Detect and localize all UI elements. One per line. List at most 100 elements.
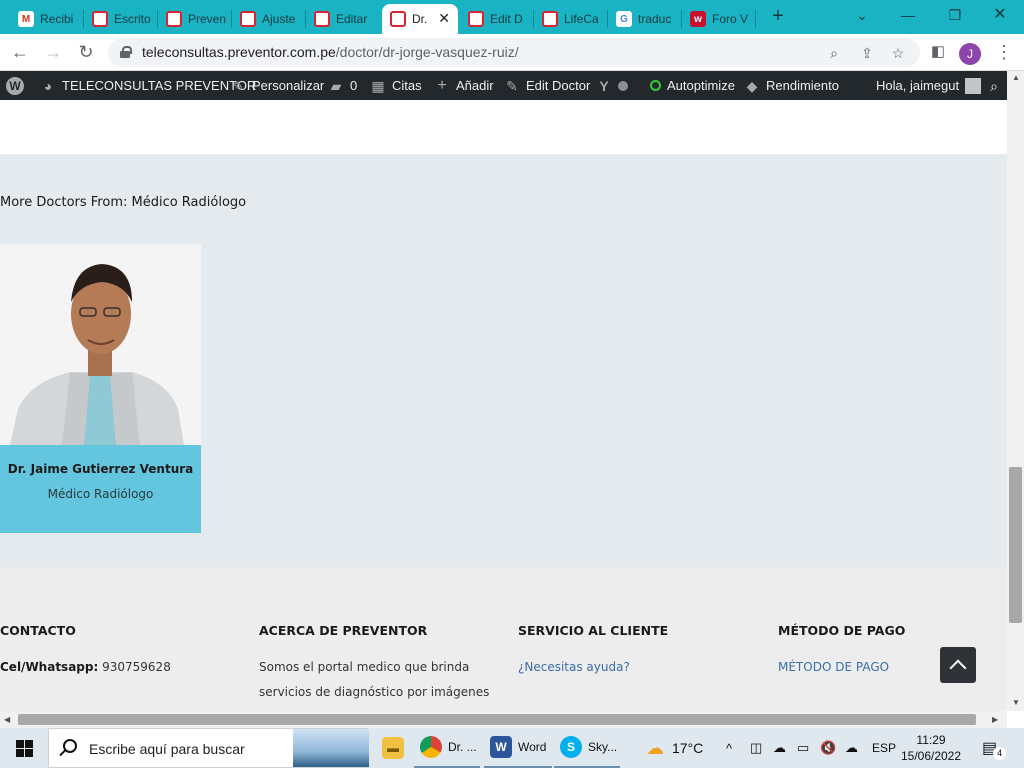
browser-tab-strip: M Recibi Escrito Preven Ajuste Editar Dr… (0, 0, 1024, 34)
menu-kebab-icon[interactable]: ⋮ (992, 41, 1016, 65)
language-indicator[interactable]: ESP (872, 728, 896, 768)
horizontal-scrollbar[interactable]: ◀ ▶ (0, 711, 1007, 728)
scroll-to-top-button[interactable] (940, 647, 976, 683)
scroll-down-arrow-icon[interactable]: ▼ (1012, 698, 1020, 707)
taskbar-file-explorer[interactable]: ▬ (376, 728, 410, 768)
page-content: More Doctors From: Médico Radiólogo Dr. … (0, 100, 1007, 711)
taskbar-skype[interactable]: S Sky... (554, 728, 620, 768)
pencil-icon: ✎ (506, 77, 518, 94)
add-new-link[interactable]: + Añadir (434, 71, 493, 100)
tab-label: Dr. (412, 12, 428, 26)
tab-label: LifeCa (564, 12, 599, 26)
back-arrow-icon[interactable]: ← (8, 41, 32, 65)
url-text[interactable]: teleconsultas.preventor.com.pe/doctor/dr… (142, 44, 519, 60)
taskbar-search-input[interactable]: Escribe aquí para buscar (48, 728, 369, 768)
show-hidden-icons-chevron[interactable]: ^ (726, 728, 732, 768)
tab-label: Recibi (40, 12, 74, 26)
onedrive-cloud-icon[interactable]: ☁ (773, 728, 786, 768)
system-clock[interactable]: 11:29 15/06/2022 (900, 732, 962, 764)
preventor-icon (390, 11, 406, 27)
weather-widget[interactable]: ☁ 17°C (646, 728, 703, 768)
tab-label: Escrito (114, 12, 151, 26)
search-highlight-image (293, 729, 369, 767)
avatar (965, 77, 982, 94)
footer-service-heading: SERVICIO AL CLIENTE (518, 623, 669, 638)
footer-about-line-2: servicios de diagnóstico por imágenes (259, 685, 490, 699)
horizontal-scroll-thumb[interactable] (18, 714, 976, 725)
tab-editar[interactable]: Editar (306, 4, 378, 34)
forward-arrow-icon[interactable]: → (41, 41, 65, 65)
new-tab-button[interactable]: + (766, 5, 790, 29)
preventor-icon (314, 11, 330, 27)
doctor-portrait-image (0, 244, 201, 445)
admin-search-button[interactable]: ⌕ (986, 71, 1008, 100)
edit-doctor-link[interactable]: ✎ Edit Doctor (504, 71, 590, 100)
doctor-card[interactable]: Dr. Jaime Gutierrez Ventura Médico Radió… (0, 244, 201, 533)
comments-count: 0 (350, 78, 358, 93)
tab-escrito[interactable]: Escrito (84, 4, 156, 34)
bookmark-star-icon[interactable]: ☆ (888, 43, 908, 63)
customize-link[interactable]: ✎ Personalizar (230, 71, 324, 100)
notification-center[interactable]: ▤ 4 (982, 728, 1007, 768)
vertical-scrollbar[interactable]: ▲ ▼ (1007, 71, 1024, 711)
tab-foro[interactable]: w Foro V (682, 4, 754, 34)
scroll-left-arrow-icon[interactable]: ◀ (4, 715, 10, 724)
side-panel-icon[interactable]: ◧ (926, 41, 950, 65)
wordpress-icon: W (6, 76, 24, 95)
tab-search-chevron-icon[interactable]: ⌄ (848, 4, 876, 26)
edit-doctor-label: Edit Doctor (526, 78, 591, 93)
tab-lifecare[interactable]: LifeCa (534, 4, 606, 34)
site-name-menu[interactable]: ◕ TELECONSULTAS PREVENTOR (40, 71, 257, 100)
reload-icon[interactable]: ↻ (74, 41, 98, 65)
tab-edit-doctor[interactable]: Edit D (460, 4, 532, 34)
address-bar[interactable]: teleconsultas.preventor.com.pe/doctor/dr… (108, 38, 920, 67)
lock-icon[interactable] (120, 46, 132, 58)
doctor-photo[interactable] (0, 244, 201, 445)
windows-logo-icon (16, 740, 24, 748)
speaker-muted-icon[interactable]: 🔇 (820, 728, 836, 768)
zoom-icon[interactable]: ⌕ (824, 43, 844, 63)
share-icon[interactable]: ⇪ (857, 43, 877, 63)
network-icon[interactable]: ▭ (797, 728, 809, 768)
performance-menu[interactable]: ◆ Rendimiento (744, 71, 839, 100)
start-button[interactable] (0, 728, 48, 768)
restore-button[interactable]: ❐ (941, 4, 969, 26)
tab-traductor[interactable]: G traduc (608, 4, 680, 34)
tab-ajuste[interactable]: Ajuste (232, 4, 304, 34)
my-account-menu[interactable]: Hola, jaimegut (876, 71, 982, 100)
footer-payment-link[interactable]: MÉTODO DE PAGO (778, 655, 889, 680)
close-window-button[interactable]: ✕ (986, 4, 1014, 26)
skype-icon: S (560, 736, 582, 758)
close-icon[interactable]: ✕ (438, 10, 450, 27)
footer-contact-phone: Cel/Whatsapp: 930759628 (0, 660, 171, 674)
preventor-icon (468, 11, 484, 27)
meet-now-icon[interactable]: ◫ (750, 728, 762, 768)
update-cloud-icon[interactable]: ☁ (845, 728, 858, 768)
yoast-seo-menu[interactable]: Y (596, 71, 628, 100)
dashboard-gauge-icon: ◕ (43, 77, 53, 94)
scroll-right-arrow-icon[interactable]: ▶ (992, 715, 998, 724)
tab-active-doctor[interactable]: Dr. ✕ (382, 4, 458, 34)
search-placeholder: Escribe aquí para buscar (89, 741, 245, 757)
preventor-icon (542, 11, 558, 27)
doctor-name[interactable]: Dr. Jaime Gutierrez Ventura (0, 462, 201, 476)
wordpress-logo[interactable]: W (6, 71, 30, 100)
tab-gmail[interactable]: M Recibi (10, 4, 82, 34)
tab-label: Ajuste (262, 12, 296, 26)
comments-link[interactable]: ▰ 0 (328, 71, 358, 100)
cube-icon: ◆ (746, 77, 758, 94)
search-icon: ⌕ (990, 77, 998, 94)
tab-preven[interactable]: Preven (158, 4, 230, 34)
taskbar-word[interactable]: W Word (484, 728, 552, 768)
windows-taskbar: Escribe aquí para buscar ▬ Dr. ... W Wor… (0, 728, 1024, 768)
taskbar-chrome[interactable]: Dr. ... (414, 728, 480, 768)
vertical-scroll-thumb[interactable] (1009, 467, 1022, 623)
brush-icon: ✎ (232, 77, 244, 94)
minimize-button[interactable]: — (894, 4, 922, 26)
word-icon: W (490, 736, 512, 758)
footer-help-link[interactable]: ¿Necesitas ayuda? (518, 655, 630, 680)
scroll-up-arrow-icon[interactable]: ▲ (1012, 73, 1020, 82)
profile-avatar[interactable]: J (959, 43, 981, 65)
autoptimize-menu[interactable]: Autoptimize (650, 71, 735, 100)
appointments-link[interactable]: ▦ Citas (370, 71, 421, 100)
